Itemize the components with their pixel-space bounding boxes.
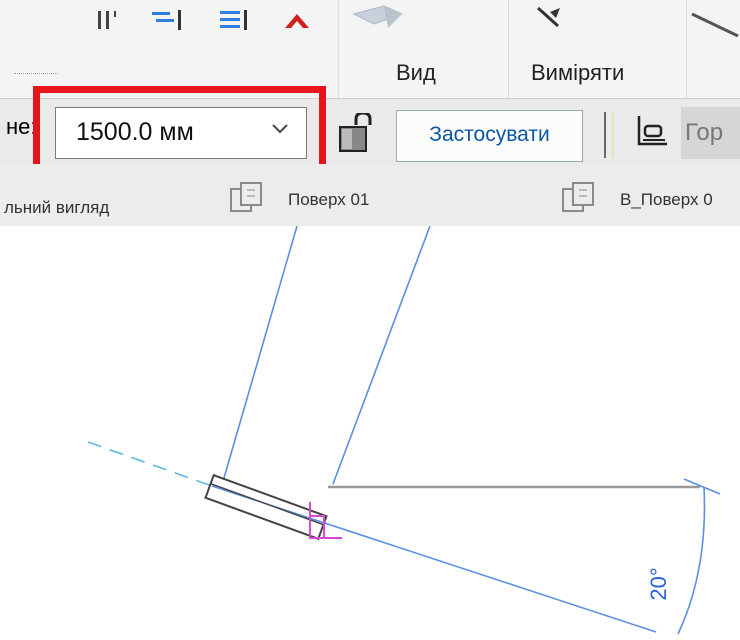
ribbon-panel: Вид Виміряти <box>0 0 740 98</box>
view-tab-floor1-label[interactable]: Поверх 01 <box>288 190 369 210</box>
pin-icon[interactable] <box>282 8 312 37</box>
unpin-icon[interactable] <box>352 4 406 39</box>
apply-button[interactable]: Застосувати <box>396 110 583 162</box>
angle-dimension-arc[interactable] <box>677 486 706 635</box>
ribbon-separator <box>338 0 339 98</box>
split-icon[interactable] <box>150 8 186 37</box>
measure-panel-label[interactable]: Виміряти <box>531 60 624 86</box>
options-separator <box>612 112 614 158</box>
ribbon-separator <box>686 0 687 98</box>
ribbon-separator <box>508 0 509 98</box>
offset-label: не: <box>6 114 37 139</box>
options-separator <box>604 112 606 158</box>
structural-element[interactable] <box>204 473 328 541</box>
centerline-dashed <box>87 441 213 487</box>
line-icon[interactable] <box>690 2 740 47</box>
top-bottom-position-value: Гор <box>685 119 724 146</box>
reference-line-right[interactable] <box>332 226 431 485</box>
view-tab-3d-label[interactable]: льний вигляд <box>4 198 109 218</box>
view-panel-label[interactable]: Вид <box>396 60 436 86</box>
lock-icon[interactable] <box>336 111 380 160</box>
floor-plan-icon[interactable] <box>560 180 596 221</box>
top-bottom-position-field[interactable]: Гор <box>681 107 740 159</box>
reference-line-left[interactable] <box>223 226 298 479</box>
angle-dimension-text[interactable]: 20° <box>646 567 671 600</box>
top-bottom-position-icon[interactable] <box>635 114 669 153</box>
measure-icon[interactable] <box>534 6 564 37</box>
align-icon[interactable] <box>95 8 121 37</box>
floor-plan-icon[interactable] <box>228 180 264 221</box>
drawing-canvas[interactable]: 20° <box>0 226 740 640</box>
view-tab-floor1b-label[interactable]: В_Поверх 0 <box>620 190 713 210</box>
offset-icon[interactable] <box>218 8 258 37</box>
panel-divider-dots <box>14 73 58 74</box>
